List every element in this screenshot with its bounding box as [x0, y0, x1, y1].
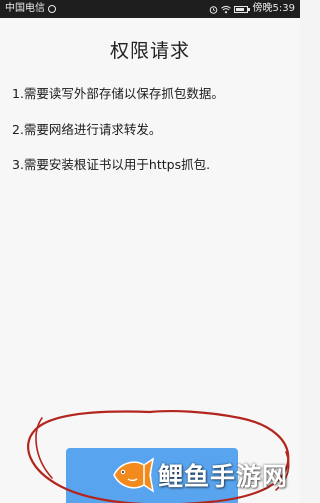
- status-bar: 中国电信 傍晚5:39: [0, 0, 300, 18]
- permission-item-certificate: 3.需要安装根证书以用于https抓包.: [12, 157, 211, 172]
- permission-item-network: 2.需要网络进行请求转发。: [12, 122, 162, 137]
- permission-item-storage: 1.需要读写外部存储以保存抓包数据。: [12, 86, 224, 101]
- alarm-icon: [209, 5, 217, 14]
- carrier-signal-icon: [48, 5, 56, 13]
- dialog-title: 权限请求: [109, 40, 190, 62]
- watermark: 鲤鱼手游网: [110, 452, 300, 498]
- wifi-icon: [220, 5, 231, 13]
- carrier-label: 中国电信: [5, 3, 45, 14]
- permission-dialog: 权限请求 1.需要读写外部存储以保存抓包数据。 2.需要网络进行请求转发。 3.…: [0, 18, 300, 503]
- status-time: 傍晚5:39: [252, 3, 295, 14]
- screen: 中国电信 傍晚5:39 权限请求 1.需要读写外部存储以保存抓包数据。 2.需要…: [0, 0, 300, 503]
- fish-logo-icon: [113, 457, 154, 493]
- battery-icon: [233, 5, 250, 13]
- watermark-text: 鲤鱼手游网: [158, 462, 289, 491]
- status-left: 中国电信: [5, 0, 56, 18]
- status-right: 傍晚5:39: [209, 0, 295, 18]
